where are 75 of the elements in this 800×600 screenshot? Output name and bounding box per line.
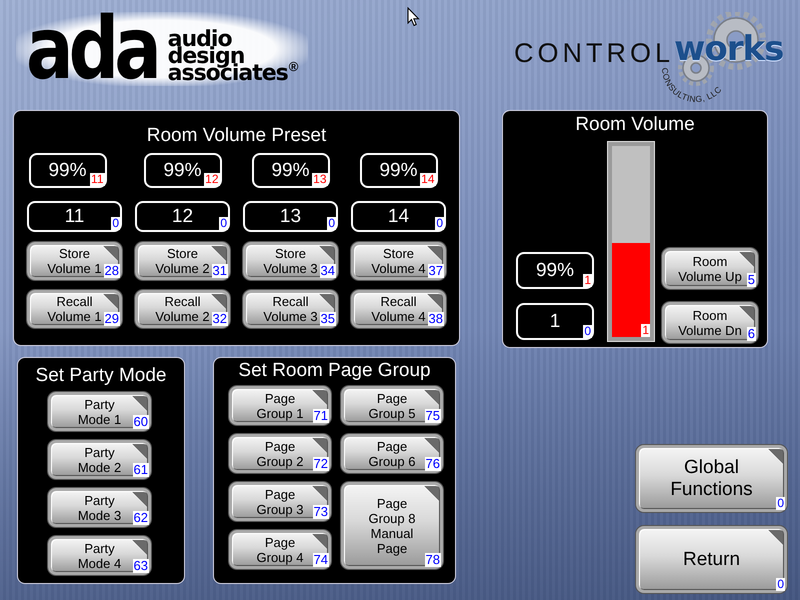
- readout-value: 99%: [271, 160, 310, 182]
- join-number: 6: [746, 327, 756, 341]
- join-number: 0: [776, 497, 785, 510]
- join-number: 11: [90, 173, 104, 186]
- join-number: 74: [312, 553, 329, 567]
- join-number: 12: [204, 173, 220, 186]
- party-mode-button[interactable]: Party Mode 3 62: [48, 488, 151, 527]
- join-number: 1: [583, 274, 592, 287]
- party-mode-button[interactable]: Party Mode 4 63: [48, 536, 151, 575]
- logo-text: CONTROL: [514, 38, 674, 68]
- join-number: 61: [132, 463, 149, 477]
- page-group-button[interactable]: Page Group 5 75: [341, 386, 443, 425]
- join-number: 38: [428, 312, 444, 326]
- logo-text: audio: [168, 31, 232, 48]
- join-number: 75: [424, 409, 441, 423]
- page-group-button[interactable]: Page Group 4 74: [229, 530, 331, 569]
- join-number: 35: [320, 312, 336, 326]
- store-volume-button[interactable]: Store Volume 4 37: [351, 242, 446, 280]
- join-number: 13: [312, 173, 328, 186]
- page-group-button[interactable]: Page Group 1 71: [229, 386, 331, 425]
- readout-value: 12: [172, 206, 194, 228]
- page-group-button[interactable]: Page Group 8 Manual Page 78: [341, 482, 443, 569]
- readout-value: 1: [550, 310, 560, 332]
- panel-title: Room Volume: [574, 114, 696, 136]
- page-group-button[interactable]: Page Group 2 72: [229, 434, 331, 473]
- recall-volume-button[interactable]: Recall Volume 4 38: [351, 290, 446, 328]
- join-number: 28: [104, 264, 120, 278]
- join-number: 72: [312, 457, 329, 471]
- readout-value: 99%: [163, 160, 202, 182]
- page-group-button[interactable]: Page Group 3 73: [229, 482, 331, 521]
- logo-text: works: [674, 29, 784, 69]
- return-button[interactable]: Return 0: [636, 526, 787, 593]
- readout-value: 99%: [536, 260, 574, 282]
- volume-down-button[interactable]: Room Volume Dn 6: [662, 302, 758, 343]
- join-number: 29: [104, 312, 120, 326]
- join-number: 14: [420, 173, 436, 186]
- join-number: 60: [132, 415, 149, 429]
- join-number: 37: [428, 264, 444, 278]
- join-number: 0: [435, 217, 444, 230]
- join-number: 0: [583, 325, 592, 338]
- join-number: 78: [424, 553, 441, 567]
- join-number: 32: [212, 312, 228, 326]
- recall-volume-button[interactable]: Recall Volume 2 32: [135, 290, 230, 328]
- store-volume-button[interactable]: Store Volume 2 31: [135, 242, 230, 280]
- join-number: 31: [212, 264, 228, 278]
- readout-value: 13: [280, 206, 302, 228]
- join-number: 1: [641, 324, 650, 337]
- store-volume-button[interactable]: Store Volume 1 28: [27, 242, 122, 280]
- join-number: 5: [746, 273, 756, 287]
- panel-title: Room Volume Preset: [146, 125, 328, 147]
- volume-up-button[interactable]: Room Volume Up 5: [662, 248, 758, 289]
- panel-title: Set Party Mode: [34, 365, 168, 387]
- registered-mark: ®: [288, 59, 298, 74]
- join-number: 0: [776, 578, 785, 591]
- party-mode-button[interactable]: Party Mode 1 60: [48, 392, 151, 431]
- join-number: 0: [111, 217, 120, 230]
- readout-value: 99%: [379, 160, 418, 182]
- join-number: 76: [424, 457, 441, 471]
- join-number: 71: [312, 409, 329, 423]
- recall-volume-button[interactable]: Recall Volume 3 35: [243, 290, 338, 328]
- join-number: 0: [219, 217, 228, 230]
- panel-title: Set Room Page Group: [237, 360, 432, 382]
- join-number: 34: [320, 264, 336, 278]
- recall-volume-button[interactable]: Recall Volume 1 29: [27, 290, 122, 328]
- page-group-button[interactable]: Page Group 6 76: [341, 434, 443, 473]
- global-functions-button[interactable]: Global Functions 0: [636, 445, 787, 512]
- readout-value: 11: [64, 206, 84, 228]
- join-number: 0: [327, 217, 336, 230]
- join-number: 62: [132, 511, 149, 525]
- party-mode-button[interactable]: Party Mode 2 61: [48, 440, 151, 479]
- readout-value: 14: [388, 206, 410, 228]
- readout-value: 99%: [48, 160, 87, 182]
- store-volume-button[interactable]: Store Volume 3 34: [243, 242, 338, 280]
- join-number: 63: [132, 559, 149, 573]
- join-number: 73: [312, 505, 329, 519]
